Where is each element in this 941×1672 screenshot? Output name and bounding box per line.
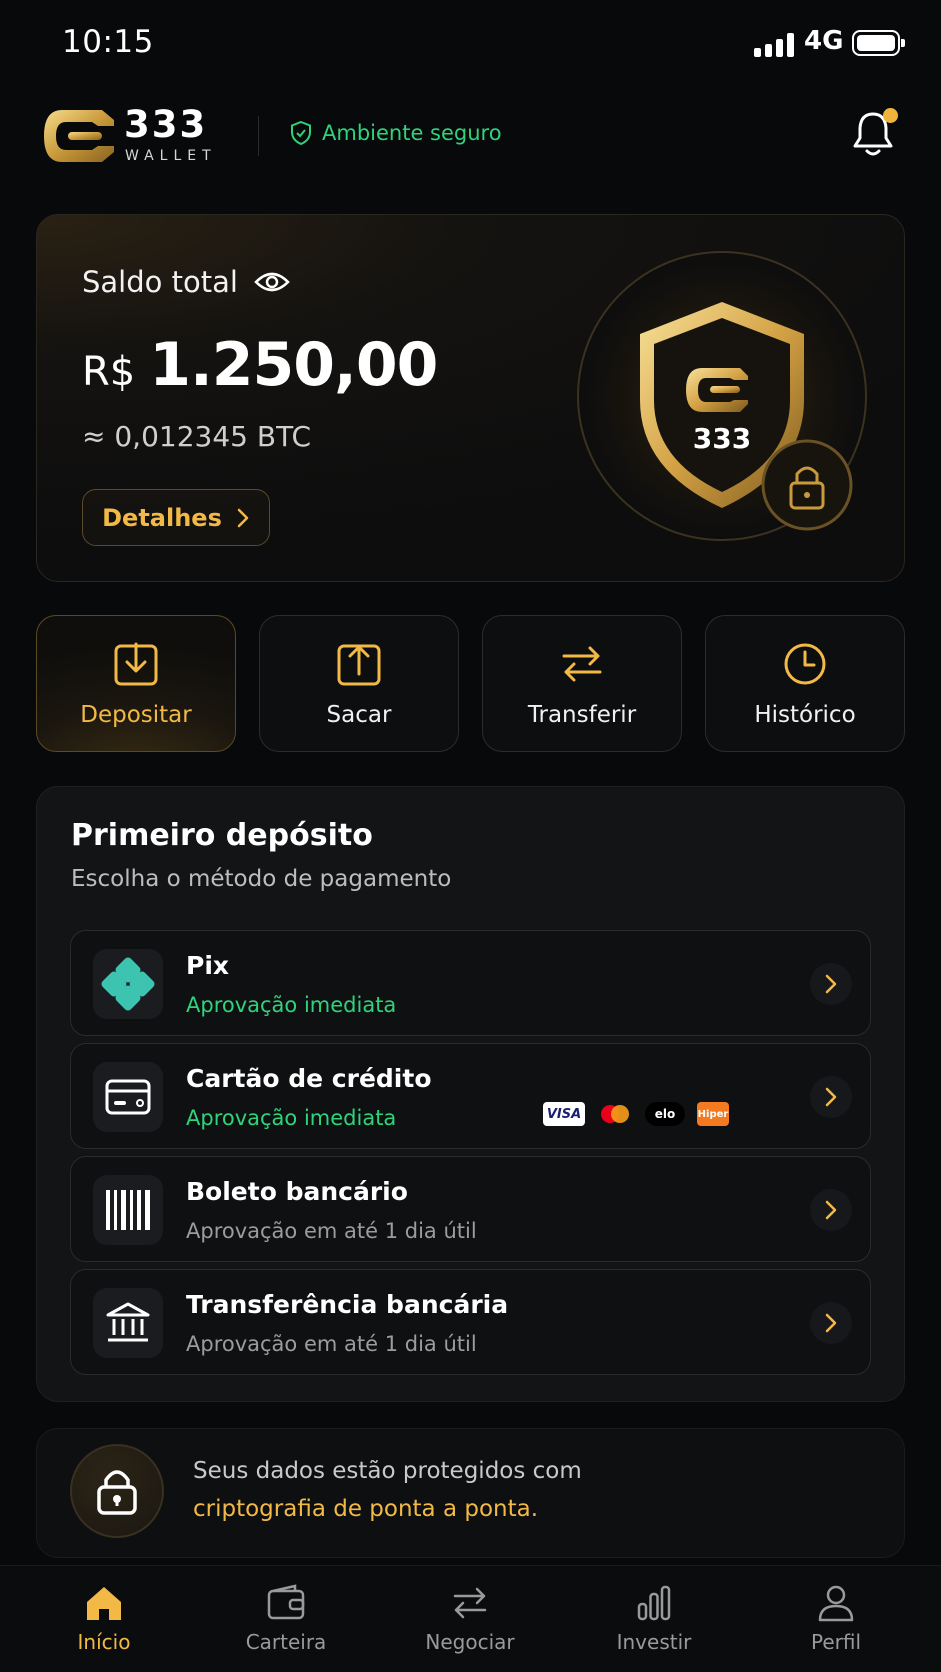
- upload-icon: [337, 644, 381, 685]
- elo-logo: elo: [645, 1102, 685, 1126]
- nav-item-trade[interactable]: Negociar: [400, 1582, 540, 1654]
- status-time: 10:15: [62, 24, 154, 60]
- network-label: 4G: [804, 26, 844, 56]
- method-subtitle: Aprovação imediata: [186, 993, 397, 1017]
- details-button[interactable]: Detalhes: [82, 489, 270, 546]
- nav-label: Investir: [616, 1630, 692, 1654]
- security-shield-illustration: 333: [577, 251, 867, 541]
- nav-item-wallet[interactable]: Carteira: [216, 1582, 356, 1654]
- logo-text: 333: [124, 103, 208, 146]
- chevron-right-icon: [810, 963, 852, 1005]
- method-credit-card[interactable]: Cartão de crédito Aprovação imediata VIS…: [70, 1043, 871, 1149]
- method-title: Pix: [186, 951, 230, 980]
- details-button-label: Detalhes: [102, 503, 222, 532]
- home-icon: [87, 1587, 121, 1620]
- method-title: Boleto bancário: [186, 1177, 408, 1206]
- chevron-right-icon: [810, 1076, 852, 1118]
- balance-number: 1.250,00: [149, 330, 438, 400]
- balance-currency: R$: [82, 349, 136, 395]
- card-brands: VISA elo Hiper: [543, 1102, 729, 1126]
- chevron-right-icon: [810, 1302, 852, 1344]
- method-subtitle: Aprovação em até 1 dia útil: [186, 1219, 477, 1243]
- chart-icon: [637, 1585, 671, 1621]
- security-highlight: criptografia de ponta a ponta.: [193, 1496, 539, 1522]
- method-title: Cartão de crédito: [186, 1064, 432, 1093]
- secure-label: Ambiente seguro: [322, 121, 502, 145]
- visa-logo: VISA: [543, 1102, 585, 1126]
- chevron-right-icon: [237, 508, 249, 527]
- logo-subtext: WALLET: [125, 148, 217, 164]
- nav-item-home[interactable]: Início: [34, 1582, 174, 1654]
- deposit-action-label: Depositar: [80, 701, 192, 728]
- clock-icon: [784, 643, 826, 684]
- withdraw-action-label: Sacar: [326, 701, 392, 728]
- balance-btc: ≈ 0,012345 BTC: [82, 420, 312, 453]
- security-text: Seus dados estão protegidos com: [193, 1458, 582, 1484]
- logo-icon: [44, 110, 114, 162]
- barcode-icon: [93, 1175, 163, 1245]
- pix-icon: [93, 949, 163, 1019]
- balance-amount: R$ 1.250,00: [82, 330, 438, 400]
- lock-icon: [70, 1444, 164, 1538]
- balance-label-text: Saldo total: [82, 265, 238, 299]
- deposit-action-button[interactable]: Depositar: [36, 615, 236, 752]
- transfer-action-label: Transferir: [527, 701, 637, 728]
- secure-badge: Ambiente seguro: [290, 120, 502, 146]
- method-bank-transfer[interactable]: Transferência bancária Aprovação em até …: [70, 1269, 871, 1375]
- eye-icon[interactable]: [254, 270, 290, 294]
- nav-label: Carteira: [245, 1630, 327, 1654]
- security-banner: [36, 1428, 905, 1558]
- header-divider: [258, 116, 259, 156]
- history-action-button[interactable]: Histórico: [705, 615, 905, 752]
- method-boleto[interactable]: Boleto bancário Aprovação em até 1 dia ú…: [70, 1156, 871, 1262]
- method-title: Transferência bancária: [186, 1290, 509, 1319]
- history-action-label: Histórico: [754, 701, 856, 728]
- panel-subtitle: Escolha o método de pagamento: [71, 866, 452, 892]
- nav-label: Negociar: [425, 1630, 515, 1654]
- mastercard-logo: [601, 1105, 629, 1123]
- balance-label: Saldo total: [82, 265, 290, 299]
- withdraw-action-button[interactable]: Sacar: [259, 615, 459, 752]
- exchange-icon: [453, 1587, 487, 1619]
- signal-icon: [754, 31, 794, 57]
- panel-title: Primeiro depósito: [71, 818, 373, 853]
- hiper-logo: Hiper: [697, 1102, 729, 1126]
- transfer-action-button[interactable]: Transferir: [482, 615, 682, 752]
- nav-item-invest[interactable]: Investir: [584, 1582, 724, 1654]
- bank-icon: [93, 1288, 163, 1358]
- chevron-right-icon: [810, 1189, 852, 1231]
- credit-card-icon: [93, 1062, 163, 1132]
- battery-icon: [852, 30, 905, 56]
- nav-label: Perfil: [810, 1630, 862, 1654]
- method-pix[interactable]: Pix Aprovação imediata: [70, 930, 871, 1036]
- notification-dot: [883, 108, 898, 123]
- nav-item-profile[interactable]: Perfil: [766, 1582, 906, 1654]
- download-icon: [114, 642, 158, 685]
- nav-label: Início: [77, 1630, 131, 1654]
- user-icon: [818, 1585, 854, 1622]
- svg-text:333: 333: [693, 422, 751, 455]
- transfer-icon: [562, 646, 602, 681]
- method-subtitle: Aprovação imediata: [186, 1106, 397, 1130]
- shield-check-icon: [291, 120, 311, 146]
- wallet-icon: [267, 1584, 305, 1620]
- method-subtitle: Aprovação em até 1 dia útil: [186, 1332, 477, 1356]
